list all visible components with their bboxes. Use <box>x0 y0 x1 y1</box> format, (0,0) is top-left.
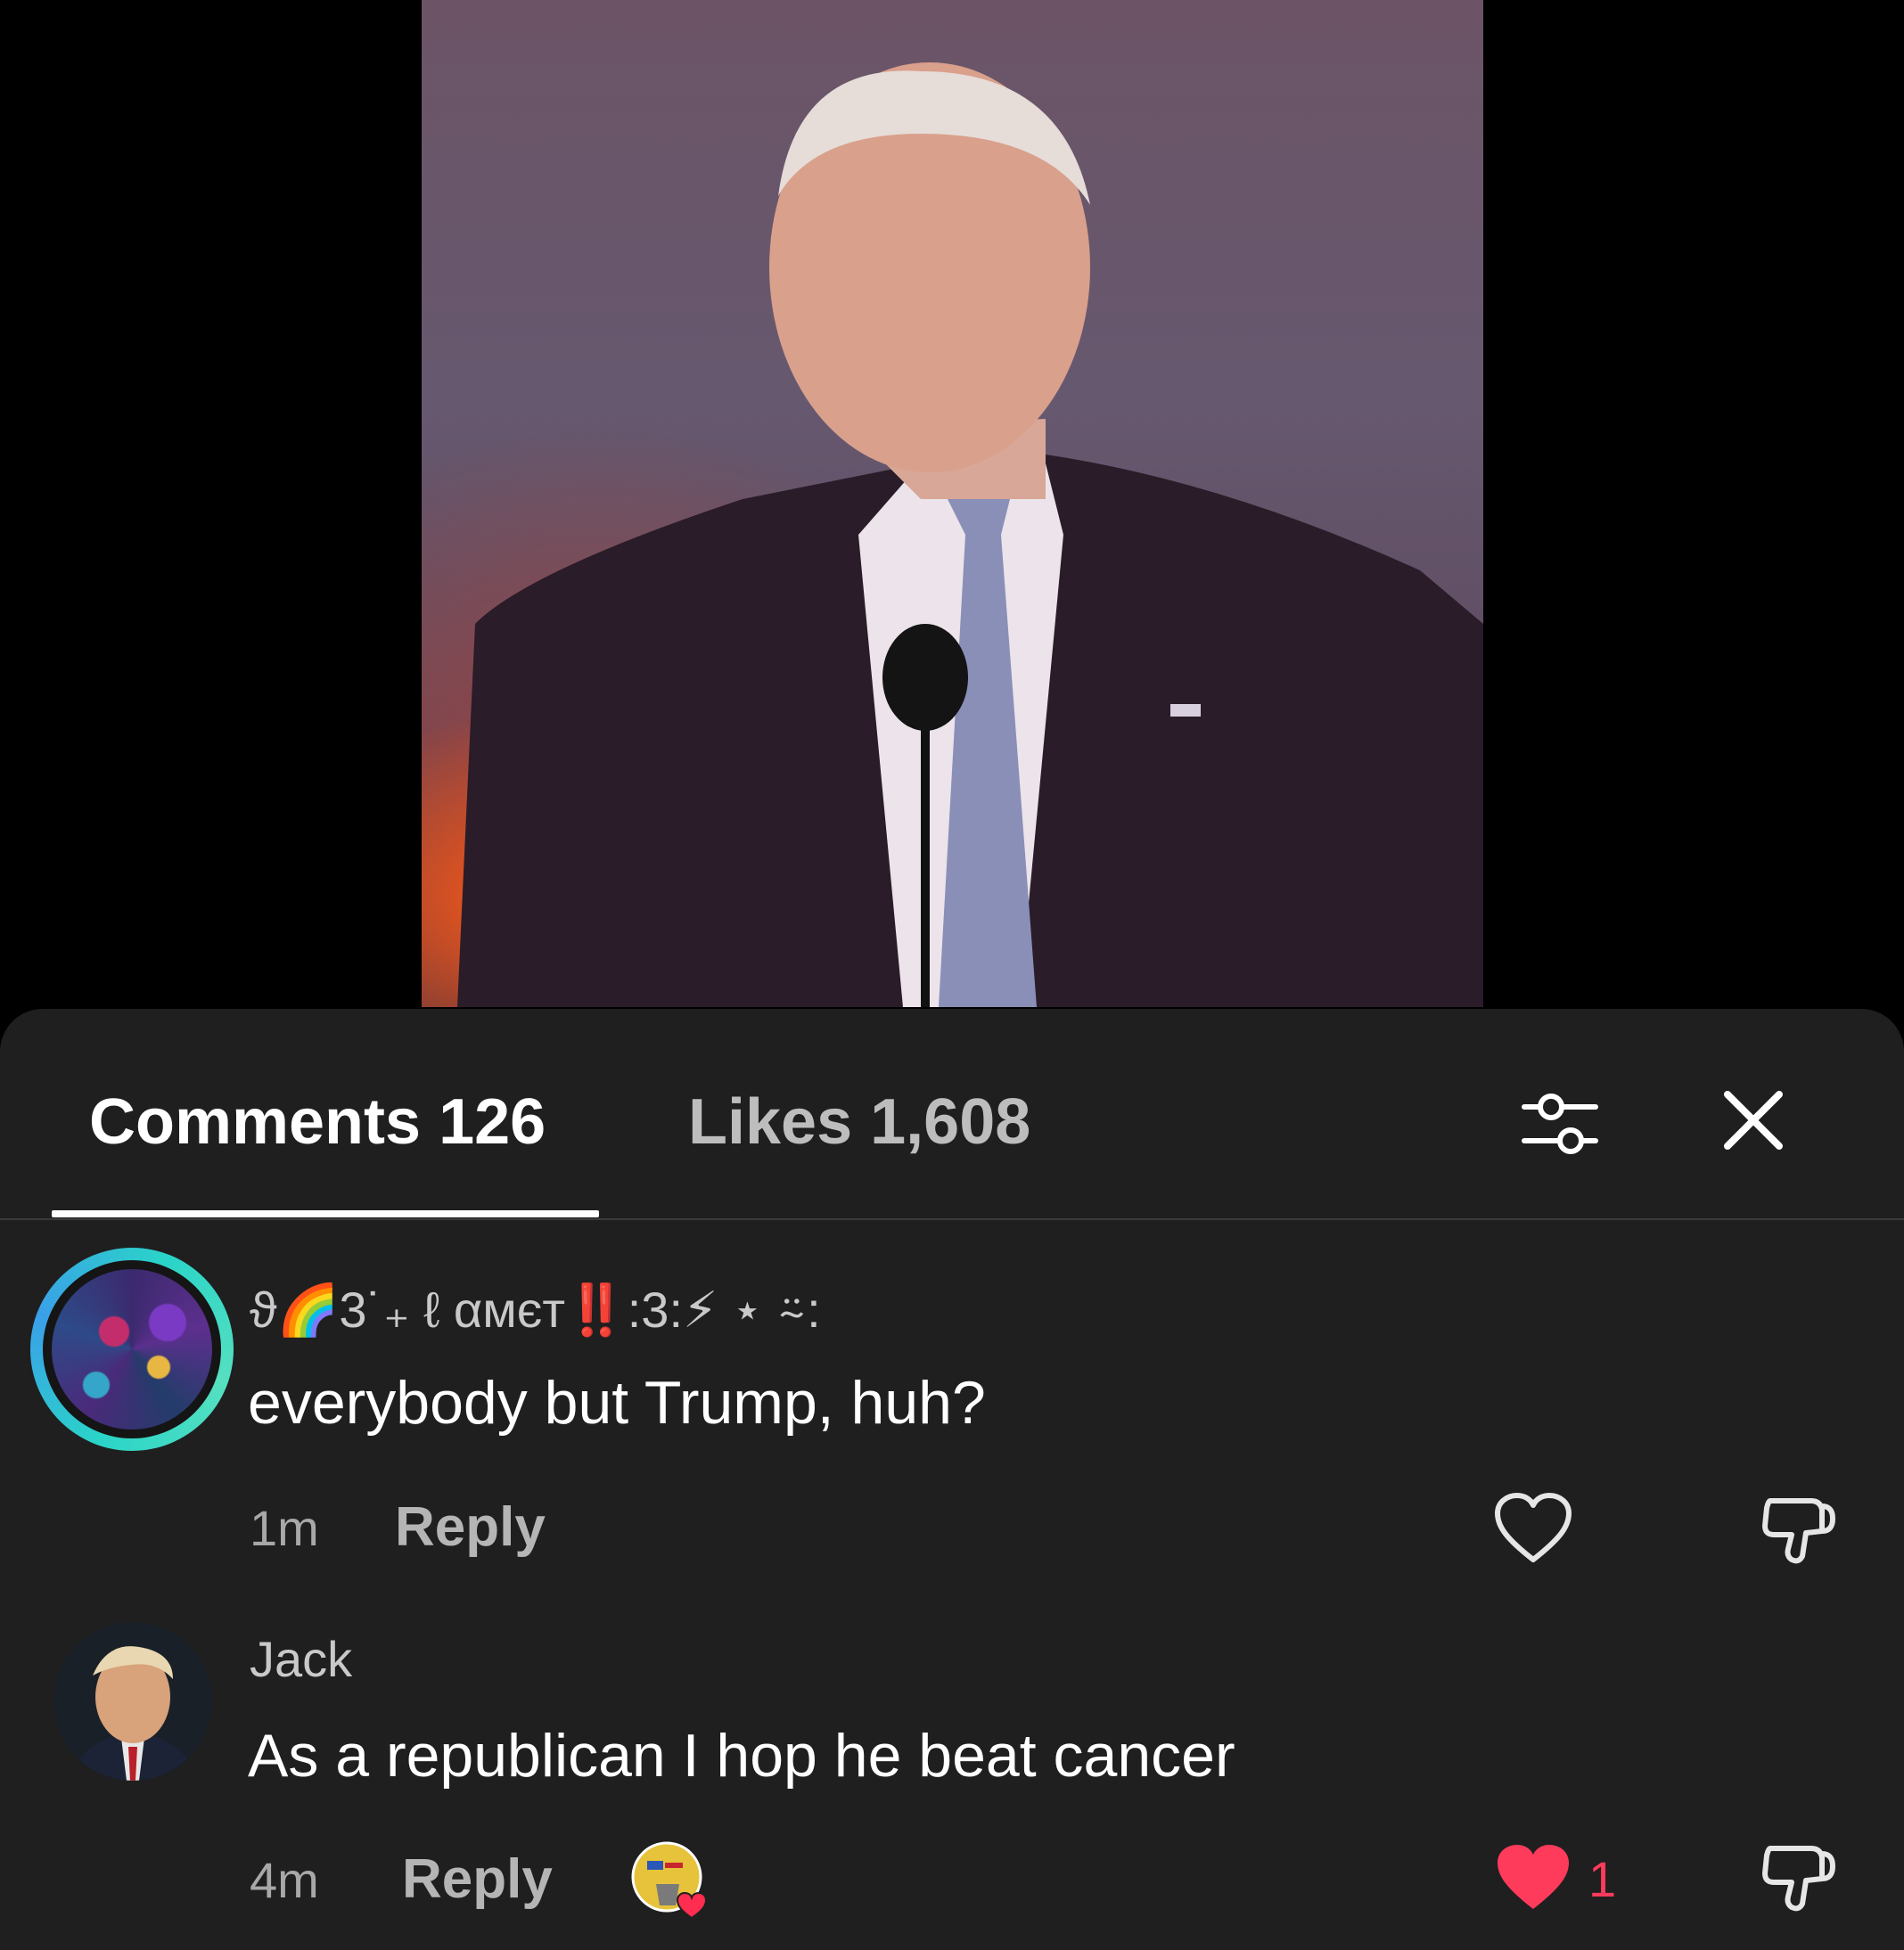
like-button-active[interactable] <box>1490 1838 1576 1918</box>
tabs-bar: Comments 126 Likes 1,608 <box>0 1009 1904 1221</box>
reply-button[interactable]: Reply <box>402 1847 553 1913</box>
comment-text: As a republican I hop he beat cancer <box>248 1722 1235 1790</box>
creator-liked-badge <box>629 1839 715 1921</box>
heart-icon <box>1495 1493 1572 1562</box>
tab-comments[interactable]: Comments 126 <box>89 1082 546 1162</box>
comment-time: 4m <box>250 1852 319 1908</box>
comment-time: 1m <box>250 1500 319 1556</box>
filter-button[interactable] <box>1515 1080 1604 1169</box>
close-icon <box>1724 1091 1783 1150</box>
video-frame <box>422 0 1483 1007</box>
avatar-image <box>53 1622 212 1781</box>
avatar[interactable] <box>30 1248 234 1451</box>
like-count: 1 <box>1588 1851 1617 1907</box>
close-button[interactable] <box>1713 1080 1793 1160</box>
active-tab-indicator <box>52 1210 599 1217</box>
comment-username[interactable]: ϑ🌈3˙₊ ℓ αмєт‼️:3:⚡ ⋆ ⍨: <box>250 1279 821 1341</box>
heart-filled-icon <box>1498 1845 1569 1909</box>
avatar-image <box>52 1269 212 1430</box>
speaker-image <box>457 62 1483 1007</box>
like-button[interactable] <box>1490 1488 1576 1569</box>
thumbs-down-icon <box>1762 1498 1836 1564</box>
comment-text: everybody but Trump, huh? <box>248 1369 986 1437</box>
tab-likes[interactable]: Likes 1,608 <box>688 1082 1030 1162</box>
tabs-divider <box>0 1218 1904 1220</box>
comments-sheet: Comments 126 Likes 1,608 <box>0 1009 1904 1950</box>
comment-username[interactable]: Jack <box>250 1628 352 1691</box>
sliders-icon <box>1522 1094 1598 1154</box>
thumbs-down-icon <box>1762 1846 1836 1912</box>
reply-button[interactable]: Reply <box>395 1495 546 1561</box>
dislike-button[interactable] <box>1758 1836 1840 1918</box>
avatar[interactable] <box>53 1622 212 1781</box>
dislike-button[interactable] <box>1758 1488 1840 1570</box>
video-player[interactable] <box>0 0 1904 1012</box>
creator-avatar-heart-icon <box>631 1841 708 1920</box>
